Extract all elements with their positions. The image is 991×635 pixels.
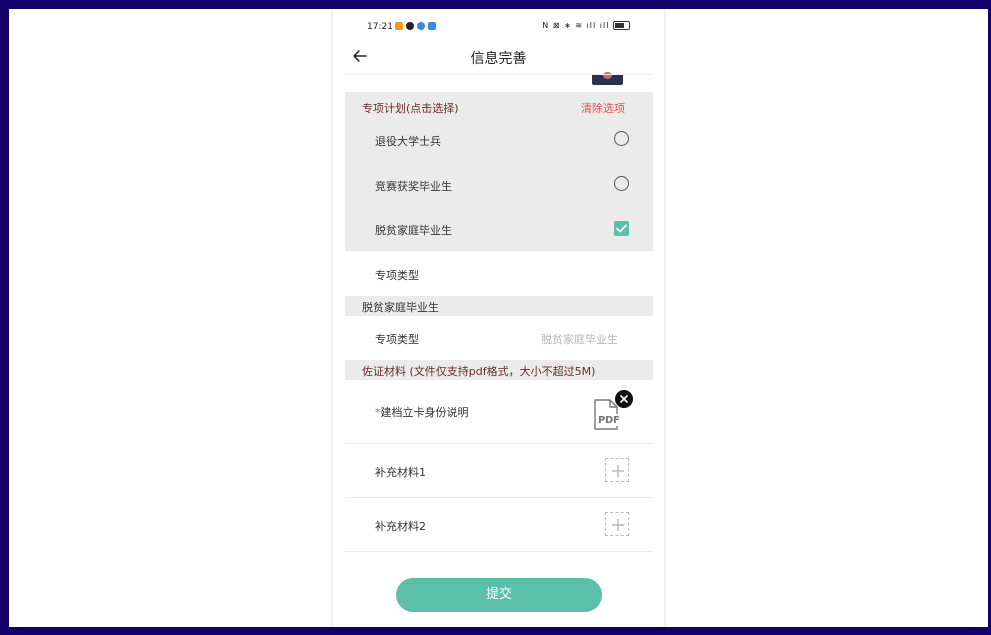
radio-unchecked-icon[interactable] <box>614 131 629 146</box>
material-item-text: 建档立卡身份说明 <box>380 406 469 419</box>
avatar <box>592 72 623 85</box>
upload-add-icon[interactable] <box>605 512 629 536</box>
battery-icon <box>613 21 630 30</box>
upload-add-icon[interactable] <box>605 458 629 482</box>
material-item-label: 补充材料1 <box>375 466 426 479</box>
page-title: 信息完善 <box>470 51 527 67</box>
option-veteran-student[interactable]: 退役大学士兵 <box>345 120 653 160</box>
poverty-section-header: 脱贫家庭毕业生 <box>345 296 653 316</box>
checkbox-checked-icon[interactable] <box>614 221 629 236</box>
system-indicators: N ⊠ ∗ ≋ ıll ıll <box>542 21 610 30</box>
clear-selection-button[interactable]: 清除选项 <box>581 100 625 116</box>
header-divider <box>345 74 652 75</box>
option-label: 脱贫家庭毕业生 <box>375 224 452 237</box>
material-item-label: 补充材料2 <box>375 520 426 533</box>
radio-unchecked-icon[interactable] <box>614 176 629 191</box>
special-type-label: 专项类型 <box>375 269 419 282</box>
poverty-type-value: 脱贫家庭毕业生 <box>541 333 618 346</box>
mail-notification-icon <box>395 22 403 30</box>
status-app-icons <box>395 22 436 30</box>
status-time: 17:21 <box>367 22 393 32</box>
submit-button[interactable]: 提交 <box>396 578 602 612</box>
message-notification-icon <box>428 22 436 30</box>
row-divider <box>345 551 653 552</box>
special-plan-section: 专项计划(点击选择) 清除选项 退役大学士兵 竞赛获奖毕业生 脱贫家庭毕业生 <box>345 92 653 251</box>
app-notification-icon <box>417 22 425 30</box>
status-system-icons: N ⊠ ∗ ≋ ıll ıll <box>542 21 630 30</box>
phone-screen: 17:21 N ⊠ ∗ ≋ ıll ıll 信息完善 专项计划(点击选择) 清除… <box>333 9 664 627</box>
option-label: 退役大学士兵 <box>375 135 441 148</box>
option-poverty-family[interactable]: 脱贫家庭毕业生 <box>345 209 653 249</box>
status-bar: 17:21 N ⊠ ∗ ≋ ıll ıll <box>333 9 664 32</box>
row-divider <box>345 443 653 444</box>
materials-section-header: 佐证材料 (文件仅支持pdf格式，大小不超过5M) <box>345 360 653 380</box>
pdf-file-text: PDF <box>598 415 620 426</box>
poverty-section-heading: 脱贫家庭毕业生 <box>362 301 439 314</box>
poverty-type-label: 专项类型 <box>375 333 419 346</box>
remove-file-icon[interactable] <box>615 390 633 408</box>
option-competition-winner[interactable]: 竞赛获奖毕业生 <box>345 165 653 205</box>
materials-heading: 佐证材料 (文件仅支持pdf格式，大小不超过5M) <box>362 365 596 378</box>
option-label: 竞赛获奖毕业生 <box>375 180 452 193</box>
page-header: 信息完善 <box>333 39 664 75</box>
row-divider <box>345 497 653 498</box>
special-plan-heading: 专项计划(点击选择) <box>362 102 459 115</box>
qq-icon <box>406 22 414 30</box>
material-item-label: *建档立卡身份说明 <box>375 404 469 420</box>
